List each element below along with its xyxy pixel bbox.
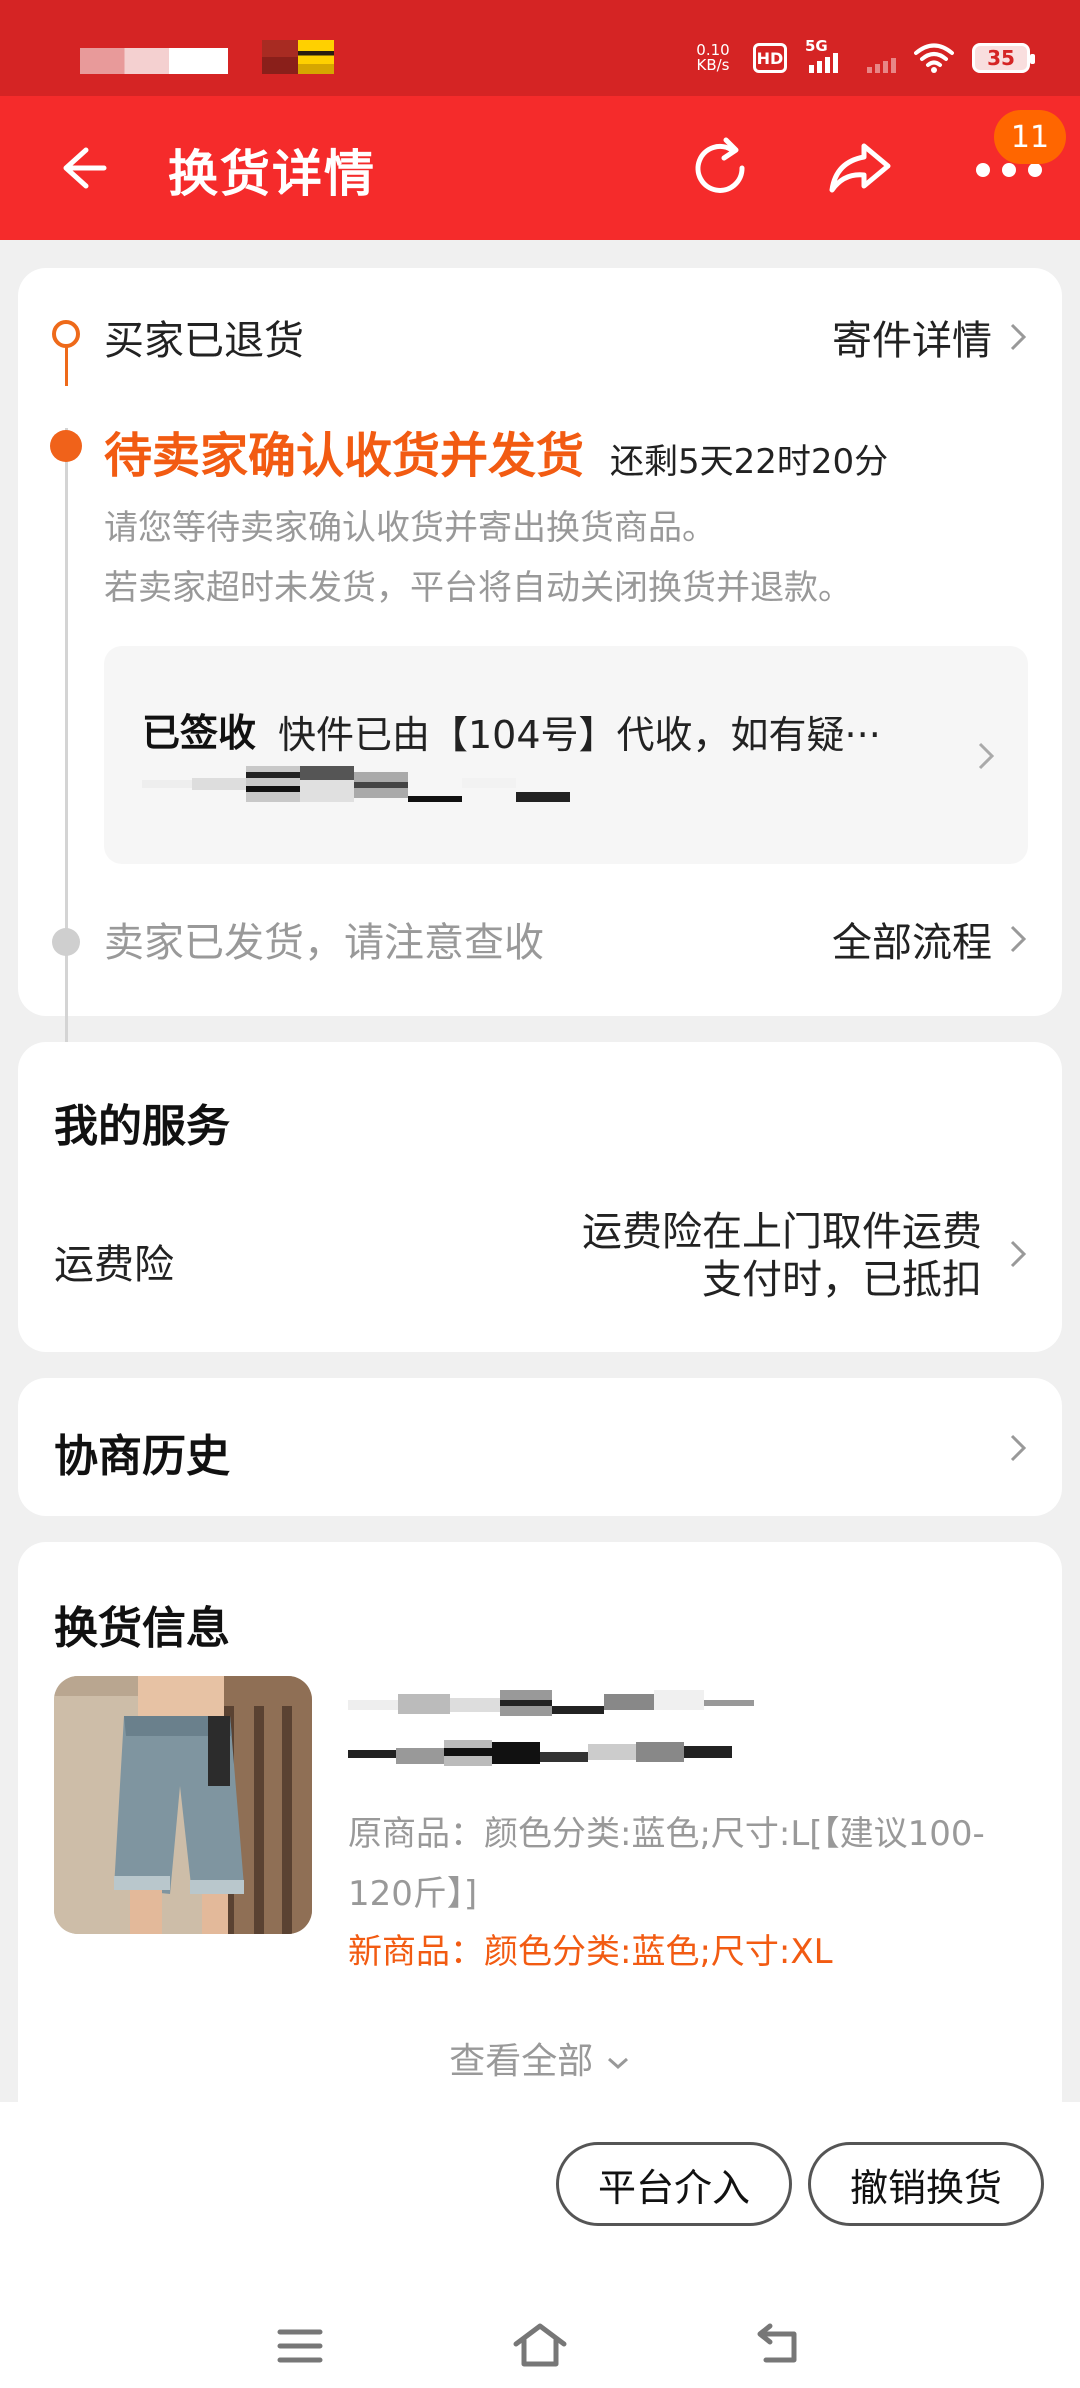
redacted-app-icon xyxy=(262,40,298,74)
ship-detail-link[interactable]: 寄件详情 xyxy=(832,308,1032,366)
back-arrow-icon[interactable] xyxy=(50,136,114,200)
redacted-product-title xyxy=(348,1690,754,1766)
chevron-right-icon xyxy=(978,742,995,770)
all-flow-link[interactable]: 全部流程 xyxy=(832,910,1032,968)
logistics-text: 快件已由【104号】代收，如有疑··· xyxy=(278,713,881,757)
original-item-spec: 原商品：颜色分类:蓝色;尺寸:L[【建议100-120斤】] xyxy=(348,1814,985,1914)
redacted-status-block xyxy=(80,48,228,74)
countdown: 还剩5天22时20分 xyxy=(610,442,889,482)
timeline-dot-pending xyxy=(52,928,80,956)
signal-secondary-icon xyxy=(867,43,896,73)
page-title: 换货详情 xyxy=(168,145,376,203)
view-all-link[interactable]: 查看全部 xyxy=(18,2032,1062,2084)
home-icon[interactable] xyxy=(510,2320,570,2370)
chevron-right-icon xyxy=(1010,323,1027,351)
view-all-label: 查看全部 xyxy=(449,2041,594,2082)
logistics-status: 已签收 xyxy=(142,711,257,755)
wifi-icon xyxy=(914,43,954,73)
service-value[interactable]: 运费险在上门取件运费 支付时，已抵扣 xyxy=(582,1208,982,1304)
network-speed-unit: KB/s xyxy=(696,56,730,74)
ship-detail-label: 寄件详情 xyxy=(832,318,992,364)
section-title: 协商历史 xyxy=(54,1431,230,1482)
product-photo xyxy=(54,1676,312,1934)
timeline-dot-current xyxy=(50,430,82,462)
bottom-action-bar: 平台介入 撤销换货 xyxy=(0,2102,1080,2388)
timeline-dot-done xyxy=(52,320,80,348)
step-buyer-returned: 买家已退货 xyxy=(104,318,304,364)
chevron-right-icon xyxy=(1010,1434,1027,1462)
chevron-right-icon xyxy=(1010,925,1027,953)
negotiation-history-card[interactable]: 协商历史 xyxy=(18,1378,1062,1516)
service-name: 运费险 xyxy=(54,1242,174,1288)
exchange-info-card: 换货信息 原商品：颜色分类:蓝色;尺寸:L[【建议100-120斤】] 新商品：… xyxy=(18,1542,1062,2102)
step-current-status: 待卖家确认收货并发货 xyxy=(104,428,585,484)
redacted-app-icon xyxy=(298,40,334,74)
back-icon[interactable] xyxy=(754,2320,804,2368)
all-flow-label: 全部流程 xyxy=(832,920,992,966)
network-speed: 0.10 KB/s xyxy=(691,43,735,73)
status-bar: 0.10 KB/s HD 5G 35 xyxy=(0,0,1080,96)
chevron-right-icon xyxy=(1010,1240,1027,1268)
service-value-line2: 支付时，已抵扣 xyxy=(702,1257,982,1303)
platform-intervene-button[interactable]: 平台介入 xyxy=(556,2142,792,2226)
logistics-summary[interactable]: 已签收 快件已由【104号】代收，如有疑··· xyxy=(104,646,1028,864)
share-icon[interactable] xyxy=(822,130,898,206)
header: 换货详情 xyxy=(0,96,1080,240)
cancel-exchange-button[interactable]: 撤销换货 xyxy=(808,2142,1044,2226)
refresh-icon[interactable] xyxy=(682,130,758,206)
my-service-card: 我的服务 运费险 运费险在上门取件运费 支付时，已抵扣 xyxy=(18,1042,1062,1352)
notification-badge: 11 xyxy=(994,110,1066,164)
section-title: 换货信息 xyxy=(54,1603,230,1654)
new-item-spec: 新商品：颜色分类:蓝色;尺寸:XL xyxy=(348,1932,833,1972)
hd-voice-icon: HD xyxy=(753,43,787,73)
more-dots-icon xyxy=(976,163,1042,177)
signal-5g-icon: 5G xyxy=(805,37,849,73)
status-description: 请您等待卖家确认收货并寄出换货商品。 xyxy=(104,508,716,548)
chevron-down-icon xyxy=(607,2057,628,2070)
redacted-logistics-time xyxy=(142,766,570,802)
section-title: 我的服务 xyxy=(54,1101,230,1152)
network-type: 5G xyxy=(805,37,828,55)
step-seller-shipped: 卖家已发货，请注意查收 xyxy=(104,920,544,966)
service-value-line1: 运费险在上门取件运费 xyxy=(582,1209,982,1255)
exchange-status-card: 买家已退货 寄件详情 待卖家确认收货并发货 还剩5天22时20分 请您等待卖家确… xyxy=(18,268,1062,1190)
status-description-2: 若卖家超时未发货，平台将自动关闭换货并退款。 xyxy=(104,568,852,608)
battery-icon: 35 xyxy=(972,43,1035,73)
product-image[interactable] xyxy=(54,1676,312,1934)
menu-icon[interactable] xyxy=(276,2326,324,2366)
